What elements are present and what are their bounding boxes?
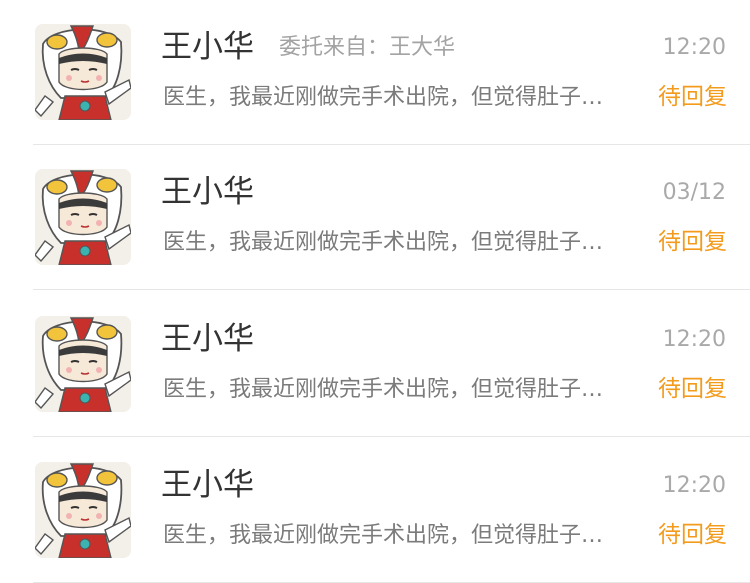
patient-name: 王小华 — [161, 321, 254, 357]
patient-name: 王小华 — [161, 29, 254, 65]
cartoon-hero-avatar-icon — [35, 169, 131, 265]
status-badge: 待回复 — [658, 522, 727, 548]
status-badge: 待回复 — [658, 376, 727, 402]
cartoon-hero-avatar-icon — [35, 24, 131, 120]
cartoon-hero-avatar-icon — [35, 316, 131, 412]
message-preview: 医生，我最近刚做完手术出院，但觉得肚子还是不舒服 — [163, 85, 621, 110]
message-time: 03/12 — [662, 180, 726, 205]
message-item[interactable]: 王小华 12:20 医生，我最近刚做完手术出院，但觉得肚子还是不舒服 待回复 — [0, 292, 750, 437]
divider — [33, 289, 750, 290]
message-time: 12:20 — [662, 35, 726, 60]
cartoon-hero-avatar-icon — [35, 462, 131, 558]
message-item[interactable]: 王小华 委托来自：王大华 12:20 医生，我最近刚做完手术出院，但觉得肚子还是… — [0, 0, 750, 145]
delegate-label: 委托来自：王大华 — [279, 35, 456, 60]
avatar[interactable] — [35, 169, 131, 265]
message-preview: 医生，我最近刚做完手术出院，但觉得肚子还是不舒服 — [163, 230, 621, 255]
message-item[interactable]: 王小华 12:20 医生，我最近刚做完手术出院，但觉得肚子还是不舒服 待回复 — [0, 438, 750, 583]
patient-name: 王小华 — [161, 467, 254, 503]
message-item[interactable]: 王小华 03/12 医生，我最近刚做完手术出院，但觉得肚子还是不舒服 待回复 — [0, 145, 750, 290]
avatar[interactable] — [35, 316, 131, 412]
message-preview: 医生，我最近刚做完手术出院，但觉得肚子还是不舒服 — [163, 377, 621, 402]
message-preview: 医生，我最近刚做完手术出院，但觉得肚子还是不舒服 — [163, 523, 621, 548]
message-time: 12:20 — [662, 327, 726, 352]
status-badge: 待回复 — [658, 229, 727, 255]
status-badge: 待回复 — [658, 84, 727, 110]
avatar[interactable] — [35, 462, 131, 558]
avatar[interactable] — [35, 24, 131, 120]
message-time: 12:20 — [662, 473, 726, 498]
patient-name: 王小华 — [161, 174, 254, 210]
divider — [33, 436, 750, 437]
